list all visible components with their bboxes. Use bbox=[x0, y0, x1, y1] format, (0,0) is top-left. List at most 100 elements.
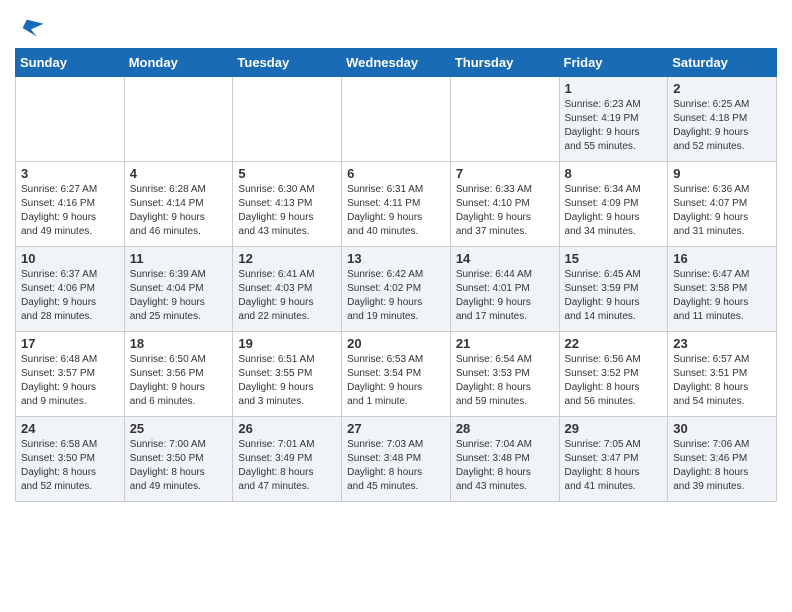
day-info: Sunrise: 6:42 AM Sunset: 4:02 PM Dayligh… bbox=[347, 268, 445, 324]
calendar-cell: 24 Sunrise: 6:58 AM Sunset: 3:50 PM Dayli… bbox=[16, 417, 125, 502]
calendar-cell: 29 Sunrise: 7:05 AM Sunset: 3:47 PM Dayli… bbox=[559, 417, 668, 502]
calendar-cell: 27 Sunrise: 7:03 AM Sunset: 3:48 PM Dayli… bbox=[342, 417, 451, 502]
header-day-wednesday: Wednesday bbox=[342, 49, 451, 77]
day-number: 17 bbox=[21, 336, 119, 351]
calendar-body: 1Sunrise: 6:23 AM Sunset: 4:19 PM Daylig… bbox=[16, 77, 777, 502]
day-info: Sunrise: 6:47 AM Sunset: 3:58 PM Dayligh… bbox=[673, 268, 771, 324]
day-info: Sunrise: 6:33 AM Sunset: 4:10 PM Dayligh… bbox=[456, 183, 554, 239]
calendar-table: SundayMondayTuesdayWednesdayThursdayFrid… bbox=[15, 48, 777, 502]
day-number: 23 bbox=[673, 336, 771, 351]
day-number: 27 bbox=[347, 421, 445, 436]
day-info: Sunrise: 7:05 AM Sunset: 3:47 PM Dayligh… bbox=[565, 438, 663, 494]
day-info: Sunrise: 7:04 AM Sunset: 3:48 PM Dayligh… bbox=[456, 438, 554, 494]
calendar-cell: 25 Sunrise: 7:00 AM Sunset: 3:50 PM Dayli… bbox=[124, 417, 233, 502]
calendar-header: SundayMondayTuesdayWednesdayThursdayFrid… bbox=[16, 49, 777, 77]
day-info: Sunrise: 6:28 AM Sunset: 4:14 PM Dayligh… bbox=[130, 183, 228, 239]
day-number: 9 bbox=[673, 166, 771, 181]
day-number: 13 bbox=[347, 251, 445, 266]
calendar-cell bbox=[16, 77, 125, 162]
day-number: 12 bbox=[238, 251, 336, 266]
calendar-cell: 15 Sunrise: 6:45 AM Sunset: 3:59 PM Dayli… bbox=[559, 247, 668, 332]
day-info: Sunrise: 7:03 AM Sunset: 3:48 PM Dayligh… bbox=[347, 438, 445, 494]
week-row-5: 24 Sunrise: 6:58 AM Sunset: 3:50 PM Dayli… bbox=[16, 417, 777, 502]
week-row-3: 10 Sunrise: 6:37 AM Sunset: 4:06 PM Dayli… bbox=[16, 247, 777, 332]
day-number: 16 bbox=[673, 251, 771, 266]
day-number: 15 bbox=[565, 251, 663, 266]
day-number: 4 bbox=[130, 166, 228, 181]
header-day-monday: Monday bbox=[124, 49, 233, 77]
calendar-cell: 8 Sunrise: 6:34 AM Sunset: 4:09 PM Daylig… bbox=[559, 162, 668, 247]
calendar-cell: 11 Sunrise: 6:39 AM Sunset: 4:04 PM Dayli… bbox=[124, 247, 233, 332]
day-number: 21 bbox=[456, 336, 554, 351]
header-day-thursday: Thursday bbox=[450, 49, 559, 77]
calendar-cell: 20 Sunrise: 6:53 AM Sunset: 3:54 PM Dayli… bbox=[342, 332, 451, 417]
day-info: Sunrise: 6:50 AM Sunset: 3:56 PM Dayligh… bbox=[130, 353, 228, 409]
day-number: 30 bbox=[673, 421, 771, 436]
day-info: Sunrise: 6:57 AM Sunset: 3:51 PM Dayligh… bbox=[673, 353, 771, 409]
header bbox=[15, 10, 777, 42]
calendar-cell: 13 Sunrise: 6:42 AM Sunset: 4:02 PM Dayli… bbox=[342, 247, 451, 332]
day-info: Sunrise: 6:53 AM Sunset: 3:54 PM Dayligh… bbox=[347, 353, 445, 409]
calendar-cell bbox=[124, 77, 233, 162]
header-day-saturday: Saturday bbox=[668, 49, 777, 77]
day-info: Sunrise: 6:41 AM Sunset: 4:03 PM Dayligh… bbox=[238, 268, 336, 324]
calendar-cell: 23 Sunrise: 6:57 AM Sunset: 3:51 PM Dayli… bbox=[668, 332, 777, 417]
calendar-cell: 3Sunrise: 6:27 AM Sunset: 4:16 PM Daylig… bbox=[16, 162, 125, 247]
day-info: Sunrise: 6:25 AM Sunset: 4:18 PM Dayligh… bbox=[673, 98, 771, 154]
header-day-sunday: Sunday bbox=[16, 49, 125, 77]
day-number: 24 bbox=[21, 421, 119, 436]
calendar-cell: 12 Sunrise: 6:41 AM Sunset: 4:03 PM Dayli… bbox=[233, 247, 342, 332]
day-number: 29 bbox=[565, 421, 663, 436]
logo-bird-icon bbox=[17, 14, 45, 42]
day-info: Sunrise: 6:44 AM Sunset: 4:01 PM Dayligh… bbox=[456, 268, 554, 324]
day-number: 14 bbox=[456, 251, 554, 266]
header-day-tuesday: Tuesday bbox=[233, 49, 342, 77]
header-day-friday: Friday bbox=[559, 49, 668, 77]
day-info: Sunrise: 7:00 AM Sunset: 3:50 PM Dayligh… bbox=[130, 438, 228, 494]
day-number: 7 bbox=[456, 166, 554, 181]
calendar-cell: 26Sunrise: 7:01 AM Sunset: 3:49 PM Dayli… bbox=[233, 417, 342, 502]
calendar-cell: 6Sunrise: 6:31 AM Sunset: 4:11 PM Daylig… bbox=[342, 162, 451, 247]
day-number: 18 bbox=[130, 336, 228, 351]
day-info: Sunrise: 6:30 AM Sunset: 4:13 PM Dayligh… bbox=[238, 183, 336, 239]
day-info: Sunrise: 6:58 AM Sunset: 3:50 PM Dayligh… bbox=[21, 438, 119, 494]
calendar-cell: 22 Sunrise: 6:56 AM Sunset: 3:52 PM Dayli… bbox=[559, 332, 668, 417]
calendar-cell: 18 Sunrise: 6:50 AM Sunset: 3:56 PM Dayli… bbox=[124, 332, 233, 417]
calendar-cell: 14 Sunrise: 6:44 AM Sunset: 4:01 PM Dayli… bbox=[450, 247, 559, 332]
calendar-cell: 10 Sunrise: 6:37 AM Sunset: 4:06 PM Dayli… bbox=[16, 247, 125, 332]
day-number: 20 bbox=[347, 336, 445, 351]
week-row-2: 3Sunrise: 6:27 AM Sunset: 4:16 PM Daylig… bbox=[16, 162, 777, 247]
calendar-cell: 19 Sunrise: 6:51 AM Sunset: 3:55 PM Dayli… bbox=[233, 332, 342, 417]
day-number: 22 bbox=[565, 336, 663, 351]
calendar-cell: 28Sunrise: 7:04 AM Sunset: 3:48 PM Dayli… bbox=[450, 417, 559, 502]
day-number: 8 bbox=[565, 166, 663, 181]
day-number: 25 bbox=[130, 421, 228, 436]
day-info: Sunrise: 6:45 AM Sunset: 3:59 PM Dayligh… bbox=[565, 268, 663, 324]
day-info: Sunrise: 6:27 AM Sunset: 4:16 PM Dayligh… bbox=[21, 183, 119, 239]
day-number: 6 bbox=[347, 166, 445, 181]
header-row: SundayMondayTuesdayWednesdayThursdayFrid… bbox=[16, 49, 777, 77]
calendar-cell bbox=[450, 77, 559, 162]
day-number: 19 bbox=[238, 336, 336, 351]
week-row-1: 1Sunrise: 6:23 AM Sunset: 4:19 PM Daylig… bbox=[16, 77, 777, 162]
day-info: Sunrise: 6:34 AM Sunset: 4:09 PM Dayligh… bbox=[565, 183, 663, 239]
day-info: Sunrise: 6:56 AM Sunset: 3:52 PM Dayligh… bbox=[565, 353, 663, 409]
calendar-cell: 5 Sunrise: 6:30 AM Sunset: 4:13 PM Daylig… bbox=[233, 162, 342, 247]
logo bbox=[15, 14, 45, 42]
day-number: 5 bbox=[238, 166, 336, 181]
day-info: Sunrise: 6:37 AM Sunset: 4:06 PM Dayligh… bbox=[21, 268, 119, 324]
day-number: 2 bbox=[673, 81, 771, 96]
day-number: 26 bbox=[238, 421, 336, 436]
day-number: 10 bbox=[21, 251, 119, 266]
day-info: Sunrise: 6:39 AM Sunset: 4:04 PM Dayligh… bbox=[130, 268, 228, 324]
day-info: Sunrise: 7:06 AM Sunset: 3:46 PM Dayligh… bbox=[673, 438, 771, 494]
calendar-cell: 30 Sunrise: 7:06 AM Sunset: 3:46 PM Dayli… bbox=[668, 417, 777, 502]
calendar-cell: 9 Sunrise: 6:36 AM Sunset: 4:07 PM Daylig… bbox=[668, 162, 777, 247]
day-info: Sunrise: 6:48 AM Sunset: 3:57 PM Dayligh… bbox=[21, 353, 119, 409]
calendar-cell: 21 Sunrise: 6:54 AM Sunset: 3:53 PM Dayli… bbox=[450, 332, 559, 417]
day-number: 1 bbox=[565, 81, 663, 96]
day-info: Sunrise: 6:51 AM Sunset: 3:55 PM Dayligh… bbox=[238, 353, 336, 409]
day-number: 11 bbox=[130, 251, 228, 266]
day-info: Sunrise: 6:54 AM Sunset: 3:53 PM Dayligh… bbox=[456, 353, 554, 409]
day-info: Sunrise: 6:36 AM Sunset: 4:07 PM Dayligh… bbox=[673, 183, 771, 239]
